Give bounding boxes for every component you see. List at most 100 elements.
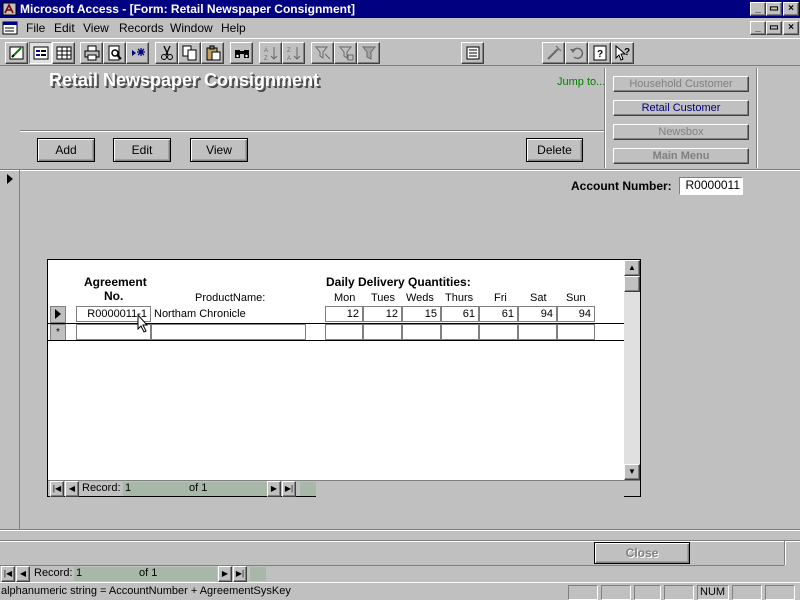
menu-window[interactable]: Window bbox=[170, 21, 213, 35]
sort-descending-icon[interactable]: ZA bbox=[282, 42, 305, 64]
day-header-mon: Mon bbox=[334, 292, 356, 304]
day-header-sun: Sun bbox=[566, 292, 586, 304]
properties-icon[interactable] bbox=[461, 42, 484, 64]
form-document-icon[interactable] bbox=[2, 20, 18, 36]
scroll-up-button[interactable]: ▲ bbox=[624, 260, 640, 276]
edit-button[interactable]: Edit bbox=[113, 138, 171, 162]
qty-thurs-cell[interactable]: 61 bbox=[441, 306, 479, 322]
household-customer-button[interactable]: Household Customer bbox=[613, 76, 749, 92]
form-view-icon[interactable] bbox=[29, 42, 52, 64]
add-button[interactable]: Add bbox=[37, 138, 95, 162]
svg-text:?: ? bbox=[597, 49, 603, 60]
day-header-tues: Tues bbox=[371, 292, 396, 304]
apply-filter-icon[interactable] bbox=[357, 42, 380, 64]
svg-text:A: A bbox=[287, 56, 291, 61]
form-first-record-button[interactable]: |◀ bbox=[1, 566, 15, 582]
product-name-cell[interactable]: Northam Chronicle bbox=[151, 307, 306, 323]
svg-text:A: A bbox=[264, 48, 268, 54]
doc-minimize-button[interactable]: _ bbox=[750, 21, 766, 35]
filter-by-form-icon[interactable] bbox=[334, 42, 357, 64]
account-number-field[interactable]: R0000011 bbox=[679, 177, 743, 195]
print-preview-icon[interactable] bbox=[103, 42, 126, 64]
last-record-button[interactable]: ▶| bbox=[282, 481, 296, 497]
delete-button[interactable]: Delete bbox=[526, 138, 583, 162]
subform-vertical-scrollbar[interactable]: ▲ ▼ bbox=[624, 260, 640, 480]
scroll-thumb[interactable] bbox=[624, 276, 640, 292]
qty-weds-cell[interactable]: 15 bbox=[402, 306, 441, 322]
menu-edit[interactable]: Edit bbox=[54, 21, 75, 35]
retail-customer-button[interactable]: Retail Customer bbox=[613, 100, 749, 116]
new-qty-fri-cell[interactable] bbox=[479, 324, 518, 340]
datasheet-view-icon[interactable] bbox=[52, 42, 75, 64]
doc-close-button[interactable]: × bbox=[783, 21, 799, 35]
build-icon[interactable] bbox=[542, 42, 565, 64]
minimize-button[interactable]: _ bbox=[750, 2, 766, 16]
close-button[interactable]: Close bbox=[594, 542, 690, 564]
menu-records[interactable]: Records bbox=[119, 21, 164, 35]
qty-sun-cell[interactable]: 94 bbox=[557, 306, 595, 322]
new-record-icon[interactable] bbox=[126, 42, 149, 64]
newsbox-button[interactable]: Newsbox bbox=[613, 124, 749, 140]
design-view-icon[interactable] bbox=[5, 42, 28, 64]
close-window-button[interactable]: × bbox=[783, 2, 799, 16]
day-header-weds: Weds bbox=[406, 292, 434, 304]
find-icon[interactable] bbox=[230, 42, 253, 64]
record-number-input[interactable]: 1 bbox=[123, 482, 187, 496]
agreement-header-line2: No. bbox=[104, 289, 124, 303]
sort-ascending-icon[interactable]: AZ bbox=[259, 42, 282, 64]
new-row-selector[interactable]: * bbox=[50, 324, 66, 341]
new-qty-tues-cell[interactable] bbox=[363, 324, 402, 340]
new-product-name-cell[interactable] bbox=[151, 324, 306, 340]
menu-help[interactable]: Help bbox=[221, 21, 246, 35]
scroll-down-button[interactable]: ▼ bbox=[624, 464, 640, 480]
help-icon[interactable]: ? bbox=[588, 42, 611, 64]
access-app-icon[interactable] bbox=[2, 1, 18, 17]
form-new-record-nav-button[interactable] bbox=[250, 567, 266, 581]
filter-by-selection-icon[interactable] bbox=[311, 42, 334, 64]
new-qty-sun-cell[interactable] bbox=[557, 324, 595, 340]
new-qty-mon-cell[interactable] bbox=[325, 324, 363, 340]
qty-sat-cell[interactable]: 94 bbox=[518, 306, 557, 322]
qty-fri-cell[interactable]: 61 bbox=[479, 306, 518, 322]
new-record-nav-button[interactable] bbox=[300, 482, 316, 496]
new-qty-sat-cell[interactable] bbox=[518, 324, 557, 340]
first-record-button[interactable]: |◀ bbox=[50, 481, 64, 497]
form-record-number-input[interactable]: 1 bbox=[74, 567, 137, 581]
row-separator bbox=[48, 340, 624, 341]
cut-icon[interactable] bbox=[155, 42, 178, 64]
paste-icon[interactable] bbox=[201, 42, 224, 64]
main-menu-button[interactable]: Main Menu bbox=[613, 148, 749, 164]
menu-view[interactable]: View bbox=[83, 21, 109, 35]
qty-tues-cell[interactable]: 12 bbox=[363, 306, 402, 322]
new-qty-weds-cell[interactable] bbox=[402, 324, 441, 340]
form-of-label: of bbox=[139, 567, 149, 579]
view-button[interactable]: View bbox=[190, 138, 248, 162]
horizontal-scroll-track[interactable] bbox=[316, 481, 624, 497]
daily-delivery-header: Daily Delivery Quantities: bbox=[326, 275, 471, 289]
whats-this-icon[interactable]: ? bbox=[611, 42, 634, 64]
undo-icon[interactable] bbox=[565, 42, 588, 64]
form-record-selector[interactable] bbox=[0, 170, 20, 530]
form-last-record-button[interactable]: ▶| bbox=[233, 566, 247, 582]
row-selector[interactable] bbox=[50, 306, 66, 323]
qty-mon-cell[interactable]: 12 bbox=[325, 306, 363, 322]
menu-bar: File Edit View Records Window Help _ ▭ × bbox=[0, 18, 800, 38]
menu-file[interactable]: File bbox=[26, 21, 45, 35]
current-record-arrow-icon bbox=[7, 174, 13, 184]
print-icon[interactable] bbox=[80, 42, 103, 64]
next-record-button[interactable]: ▶ bbox=[267, 481, 281, 497]
restore-button[interactable]: ▭ bbox=[766, 2, 782, 16]
product-header: ProductName: bbox=[195, 292, 266, 304]
status-bar: alphanumeric string = AccountNumber + Ag… bbox=[0, 582, 800, 600]
status-panel bbox=[634, 585, 661, 600]
status-panel bbox=[732, 585, 762, 600]
form-record-total: of 1 bbox=[137, 567, 217, 581]
form-title: Retail Newspaper Consignment bbox=[49, 70, 320, 90]
jump-to-label: Jump to... bbox=[557, 76, 606, 88]
copy-icon[interactable] bbox=[178, 42, 201, 64]
form-previous-record-button[interactable]: ◀ bbox=[16, 566, 30, 582]
previous-record-button[interactable]: ◀ bbox=[65, 481, 79, 497]
doc-restore-button[interactable]: ▭ bbox=[766, 21, 782, 35]
form-next-record-button[interactable]: ▶ bbox=[218, 566, 232, 582]
new-qty-thurs-cell[interactable] bbox=[441, 324, 479, 340]
